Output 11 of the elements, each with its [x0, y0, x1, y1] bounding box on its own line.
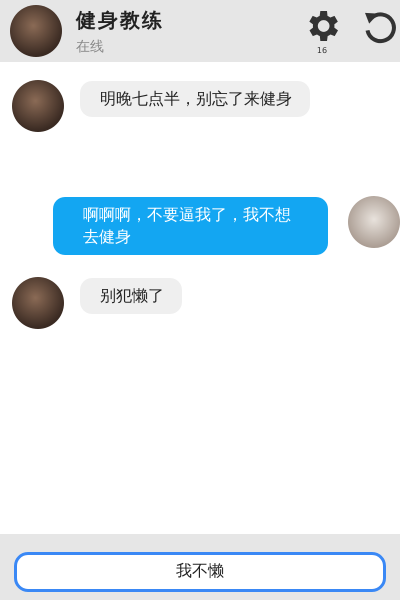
- avatar-photo-placeholder: [10, 5, 62, 57]
- message-bubble: 别犯懒了: [80, 278, 182, 314]
- message-bubble: 啊啊啊，不要逼我了，我不想去健身: [53, 197, 328, 255]
- message-bubble: 明晚七点半，别忘了来健身: [80, 81, 310, 117]
- avatar-photo-placeholder: [12, 277, 64, 329]
- reply-button[interactable]: 我不懒: [14, 552, 386, 592]
- avatar-photo-placeholder: [12, 80, 64, 132]
- settings-count: 16: [316, 46, 328, 55]
- contact-name: 健身教练: [76, 6, 165, 34]
- avatar-photo-placeholder: [348, 196, 400, 248]
- status-text: 在线: [76, 38, 105, 56]
